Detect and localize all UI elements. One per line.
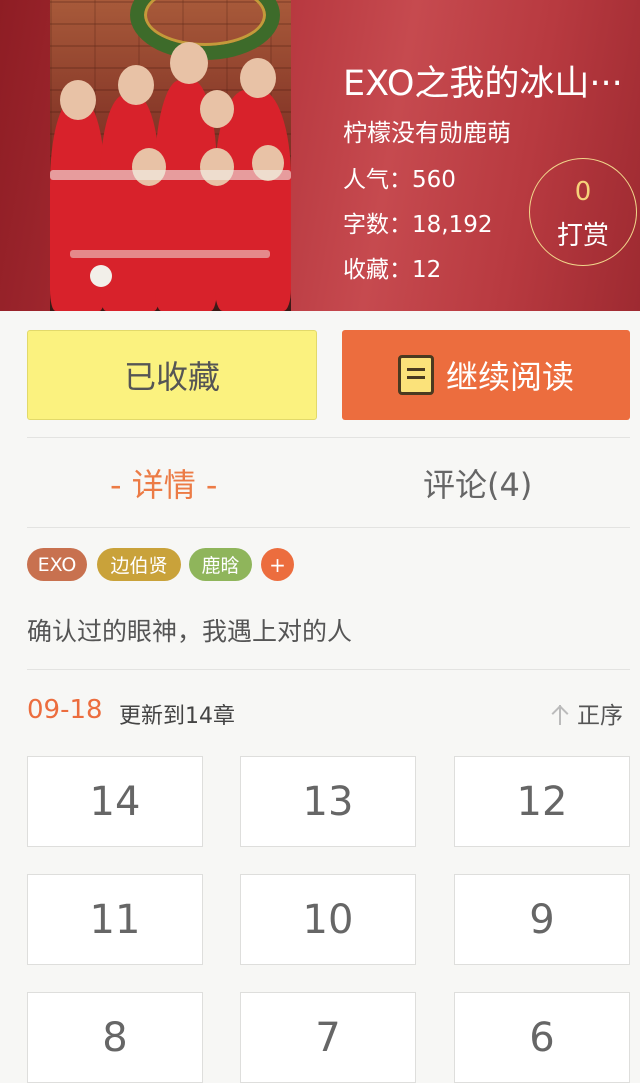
book-cover-image[interactable] [50,0,291,311]
chapter-button[interactable]: 13 [240,756,416,847]
stat-popularity: 人气：560 [343,167,456,193]
chapter-button[interactable]: 11 [27,874,203,965]
tag-luhan[interactable]: 鹿晗 [189,548,252,581]
tip-count: 0 [574,177,592,207]
book-icon [397,355,434,395]
update-status: 更新到14章 [119,704,235,729]
tab-comments[interactable]: 评论(4) [423,460,532,506]
book-author[interactable]: 柠檬没有勋鹿萌 [343,113,511,148]
tip-label: 打赏 [556,221,609,251]
book-description: 确认过的眼神，我遇上对的人 [27,617,353,646]
chapter-button[interactable]: 9 [454,874,630,965]
chapter-button[interactable]: 10 [240,874,416,965]
arrow-up-icon [549,701,571,725]
stat-word-count: 字数：18,192 [343,212,493,238]
divider [27,527,630,528]
continue-reading-label: 继续阅读 [445,358,574,396]
sort-label: 正序 [577,703,623,729]
book-title: EXO之我的冰山··· [343,64,623,104]
chapter-button[interactable]: 12 [454,756,630,847]
book-header: EXO之我的冰山··· 柠檬没有勋鹿萌 人气：560 字数：18,192 收藏：… [0,0,640,311]
chapter-button[interactable]: 6 [454,992,630,1083]
tip-button[interactable]: 0 打赏 [529,158,637,266]
chapter-button[interactable]: 8 [27,992,203,1083]
chapter-button[interactable]: 7 [240,992,416,1083]
add-tag-button[interactable]: + [261,548,294,581]
tag-baekhyun[interactable]: 边伯贤 [97,548,181,581]
sort-toggle[interactable]: 正序 [549,696,623,730]
divider [27,669,630,670]
update-date: 09-18 [27,695,103,725]
continue-reading-button[interactable]: 继续阅读 [342,330,630,420]
favorite-label: 已收藏 [123,358,220,396]
chapter-button[interactable]: 14 [27,756,203,847]
tag-exo[interactable]: EXO [27,548,87,581]
divider [27,437,630,438]
favorite-button[interactable]: 已收藏 [27,330,317,420]
tab-details[interactable]: - 详情 - [110,460,217,506]
stat-favorites: 收藏：12 [343,257,442,283]
